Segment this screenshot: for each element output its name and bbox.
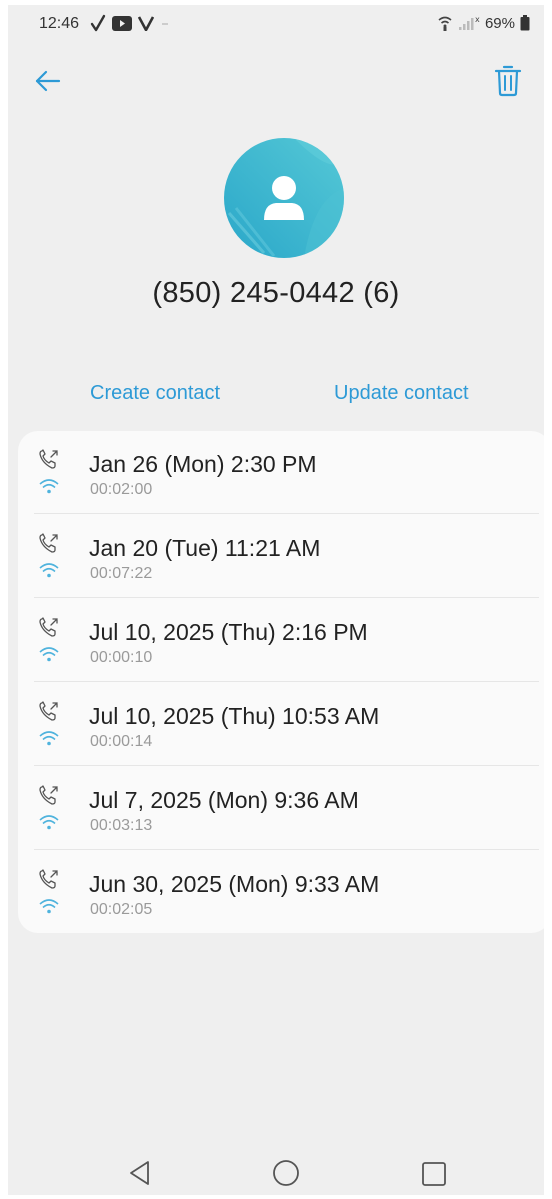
wifi-icon	[39, 815, 59, 830]
outgoing-call-icon	[39, 869, 58, 889]
nav-recents-button[interactable]	[420, 1160, 448, 1188]
call-date: Jan 20 (Tue) 11:21 AM	[89, 535, 321, 561]
verizon-icon	[138, 16, 154, 31]
battery-percent: 69%	[484, 14, 515, 32]
youtube-icon	[112, 15, 132, 31]
outgoing-call-icon	[39, 533, 58, 553]
wifi-icon	[39, 899, 59, 914]
person-icon	[224, 138, 344, 258]
trash-icon	[494, 65, 522, 97]
call-duration: 00:00:14	[90, 733, 153, 750]
call-history-list: Jan 26 (Mon) 2:30 PM 00:02:00 Jan 20 (Tu…	[18, 431, 544, 933]
status-system-icons: x 69%	[437, 13, 530, 33]
status-time: 12:46	[39, 15, 80, 32]
divider	[34, 597, 539, 598]
outgoing-call-icon	[39, 701, 58, 721]
status-notification-icons	[90, 13, 170, 33]
call-history-item[interactable]: Jan 26 (Mon) 2:30 PM 00:02:00	[18, 431, 544, 514]
nav-back-button[interactable]	[126, 1159, 154, 1187]
wifi-icon	[39, 647, 59, 662]
wifi-icon	[39, 731, 59, 746]
divider	[34, 849, 539, 850]
divider	[34, 513, 539, 514]
contact-title: (850) 245-0442 (6)	[152, 277, 400, 309]
outgoing-call-icon	[39, 617, 58, 637]
outgoing-call-icon	[39, 785, 58, 805]
call-duration: 00:00:10	[90, 649, 153, 666]
update-contact-button[interactable]: Update contact	[334, 382, 469, 405]
delete-button[interactable]	[492, 63, 524, 99]
call-duration: 00:07:22	[90, 565, 153, 582]
arrow-left-icon	[35, 70, 61, 92]
battery-icon	[520, 15, 530, 31]
divider	[34, 765, 539, 766]
triangle-back-icon	[130, 1161, 149, 1185]
screen: 12:46 x 69% (850) 245-0442 (6) Create co…	[8, 5, 544, 1195]
call-date: Jun 30, 2025 (Mon) 9:33 AM	[89, 871, 380, 897]
outgoing-call-icon	[39, 449, 58, 469]
status-bar: 12:46 x 69%	[8, 5, 544, 43]
divider	[34, 681, 539, 682]
call-history-item[interactable]: Jan 20 (Tue) 11:21 AM 00:07:22	[18, 515, 544, 598]
call-history-item[interactable]: Jun 30, 2025 (Mon) 9:33 AM 00:02:05	[18, 851, 544, 934]
call-date: Jan 26 (Mon) 2:30 PM	[89, 451, 317, 477]
wifi-call-icon	[438, 16, 452, 31]
signal-icon: x	[458, 15, 480, 30]
call-date: Jul 7, 2025 (Mon) 9:36 AM	[89, 787, 359, 813]
check-icon	[90, 14, 106, 32]
call-duration: 00:03:13	[90, 817, 153, 834]
call-history-item[interactable]: Jul 10, 2025 (Thu) 2:16 PM 00:00:10	[18, 599, 544, 682]
call-date: Jul 10, 2025 (Thu) 10:53 AM	[89, 703, 380, 729]
square-recents-icon	[422, 1162, 446, 1186]
create-contact-button[interactable]: Create contact	[90, 382, 220, 405]
wifi-icon	[39, 479, 59, 494]
wifi-icon	[39, 563, 59, 578]
contact-avatar[interactable]	[224, 138, 344, 258]
call-duration: 00:02:05	[90, 901, 153, 918]
back-button[interactable]	[32, 65, 64, 97]
call-history-item[interactable]: Jul 7, 2025 (Mon) 9:36 AM 00:03:13	[18, 767, 544, 850]
nav-home-button[interactable]	[272, 1159, 300, 1187]
call-date: Jul 10, 2025 (Thu) 2:16 PM	[89, 619, 368, 645]
dash-icon	[162, 23, 168, 25]
call-history-item[interactable]: Jul 10, 2025 (Thu) 10:53 AM 00:00:14	[18, 683, 544, 766]
svg-text:x: x	[475, 15, 480, 24]
call-duration: 00:02:00	[90, 481, 153, 498]
circle-home-icon	[273, 1160, 299, 1186]
